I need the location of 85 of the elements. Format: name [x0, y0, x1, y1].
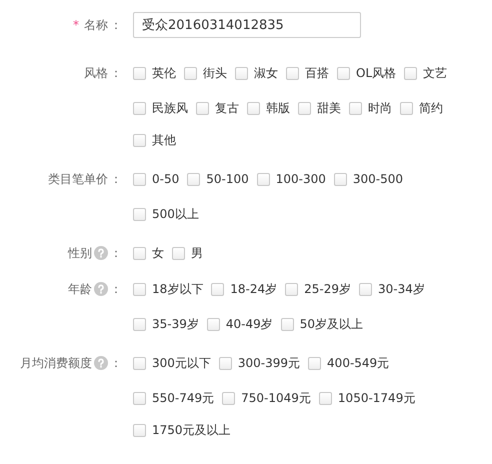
checkbox[interactable]: [172, 246, 185, 260]
checkbox[interactable]: [349, 102, 362, 114]
checkbox[interactable]: [211, 282, 224, 296]
option-label: 25-29岁: [304, 280, 352, 298]
label-colon: ：: [110, 64, 122, 82]
option-label: 30-34岁: [378, 280, 425, 298]
required-mark: *: [73, 18, 79, 32]
option-label: 550-749元: [152, 390, 214, 406]
checkbox[interactable]: [400, 102, 413, 114]
field-label: 风格: [84, 64, 108, 82]
option-label: 0-50: [152, 172, 180, 186]
checkbox[interactable]: [247, 102, 260, 114]
option-label: 300元以下: [152, 354, 211, 372]
checkbox[interactable]: [133, 172, 146, 186]
field-label: 名称: [84, 16, 108, 34]
checkbox[interactable]: [196, 102, 209, 114]
name-input-field[interactable]: 受众20160314012835: [133, 12, 361, 38]
label-colon: ：: [110, 170, 122, 188]
checkbox[interactable]: [337, 66, 350, 80]
option-label: 750-1049元: [241, 390, 311, 406]
help-icon[interactable]: [94, 356, 108, 370]
checkbox[interactable]: [206, 318, 220, 330]
option-label: 韩版: [266, 100, 290, 116]
field-label: 性别: [68, 244, 92, 262]
option-label: 300-500: [352, 172, 404, 186]
option-label: 500以上: [152, 206, 199, 222]
option-label: 50-100: [206, 172, 249, 186]
checkbox[interactable]: [184, 66, 197, 80]
checkbox[interactable]: [187, 172, 200, 186]
checkbox[interactable]: [404, 66, 418, 80]
option-label: 其他: [152, 132, 176, 148]
checkbox[interactable]: [318, 392, 332, 404]
field-label: 年龄: [68, 280, 92, 298]
option-label: 18岁以下: [152, 280, 204, 298]
option-label: 复古: [215, 100, 239, 116]
option-label: 50岁及以上: [300, 316, 364, 332]
option-label: OL风格: [356, 64, 396, 82]
option-label: 民族风: [152, 100, 188, 116]
checkbox[interactable]: [256, 172, 270, 186]
checkbox[interactable]: [298, 102, 311, 114]
option-label: 时尚: [368, 100, 392, 116]
checkbox[interactable]: [222, 392, 236, 404]
checkbox[interactable]: [133, 392, 146, 404]
checkbox[interactable]: [235, 66, 248, 80]
option-label: 1750元及以上: [152, 422, 231, 438]
checkbox[interactable]: [218, 356, 232, 370]
checkbox[interactable]: [334, 172, 347, 186]
option-label: 女: [152, 244, 164, 262]
checkbox[interactable]: [133, 424, 146, 436]
checkbox[interactable]: [133, 66, 146, 80]
option-label: 淑女: [254, 64, 278, 82]
checkbox[interactable]: [280, 318, 294, 330]
checkbox[interactable]: [133, 246, 146, 260]
checkbox[interactable]: [285, 282, 298, 296]
label-colon: ：: [110, 16, 122, 34]
field-label: 类目笔单价: [48, 170, 108, 188]
checkbox[interactable]: [133, 134, 146, 146]
option-label: 18-24岁: [230, 280, 278, 298]
checkbox[interactable]: [286, 66, 299, 80]
checkbox[interactable]: [133, 356, 146, 370]
option-label: 300-399元: [238, 354, 300, 372]
label-colon: ：: [110, 280, 122, 298]
checkbox[interactable]: [133, 102, 146, 114]
option-label: 40-49岁: [226, 316, 273, 332]
option-label: 35-39岁: [152, 316, 199, 332]
option-label: 简约: [419, 100, 443, 116]
checkbox[interactable]: [133, 208, 146, 220]
option-label: 400-549元: [327, 354, 390, 372]
option-label: 街头: [203, 64, 227, 82]
field-label: 月均消费额度: [20, 354, 92, 372]
label-colon: ：: [110, 354, 122, 372]
option-label: 甜美: [317, 100, 341, 116]
option-label: 1050-1749元: [338, 390, 416, 406]
checkbox[interactable]: [308, 356, 322, 370]
label-colon: ：: [110, 244, 122, 262]
option-label: 百搭: [305, 64, 329, 82]
checkbox[interactable]: [359, 282, 372, 296]
checkbox[interactable]: [133, 318, 146, 330]
option-label: 文艺: [423, 64, 448, 82]
option-label: 男: [191, 244, 203, 262]
option-label: 100-300: [276, 172, 326, 186]
help-icon[interactable]: [94, 282, 108, 296]
checkbox[interactable]: [133, 282, 146, 296]
option-label: 英伦: [152, 64, 176, 82]
help-icon[interactable]: [94, 246, 108, 260]
